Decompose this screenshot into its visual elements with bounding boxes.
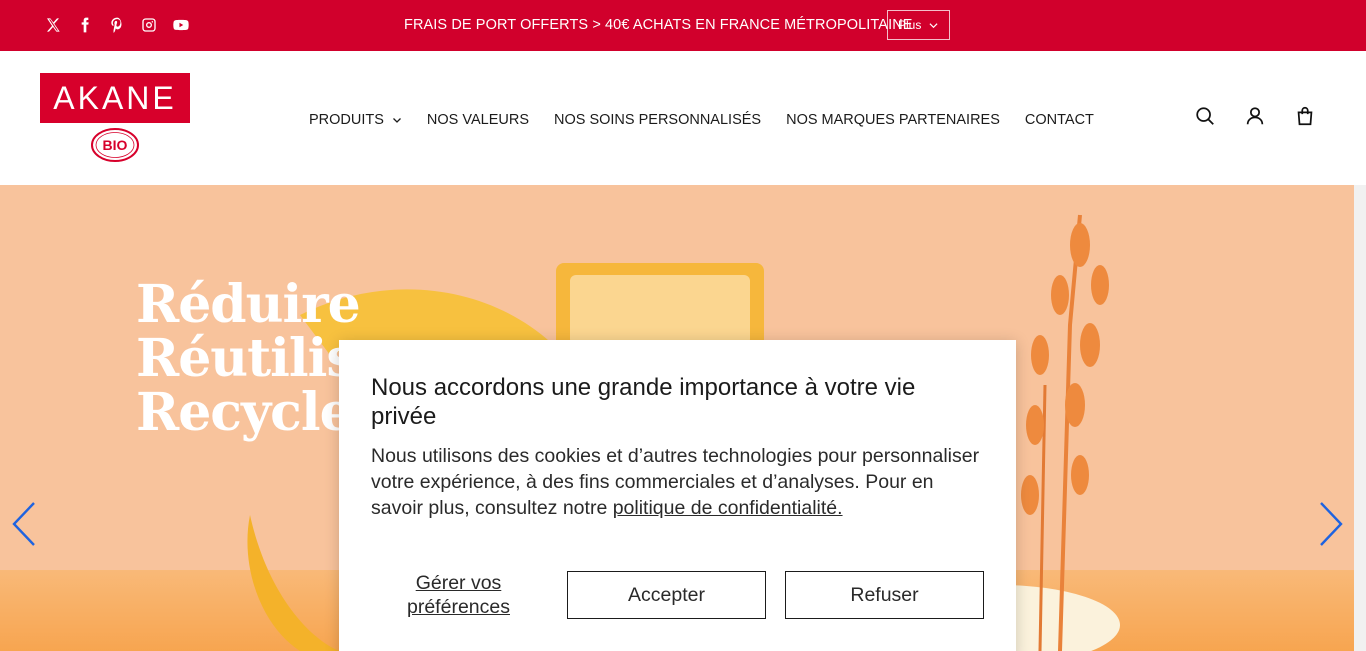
chevron-down-icon	[392, 118, 401, 123]
nav-item-contact[interactable]: CONTACT	[1025, 112, 1094, 128]
scrollbar[interactable]	[1354, 185, 1366, 651]
site-header: AKANE BIO PRODUITS NOS VALEURS NOS SOINS…	[0, 51, 1366, 185]
main-nav: PRODUITS NOS VALEURS NOS SOINS PERSONNAL…	[309, 112, 1094, 128]
nav-item-label: NOS VALEURS	[426, 112, 529, 128]
social-links	[44, 16, 190, 34]
search-icon[interactable]	[1194, 105, 1216, 127]
announcement-bar: FRAIS DE PORT OFFERTS > 40€ ACHATS EN FR…	[0, 0, 1366, 51]
nav-item-produits[interactable]: PRODUITS	[309, 112, 402, 128]
instagram-icon[interactable]	[140, 16, 158, 34]
announcement-text: FRAIS DE PORT OFFERTS > 40€ ACHATS EN FR…	[404, 17, 913, 33]
more-button-label: Plus	[898, 18, 922, 32]
logo-wordmark: AKANE	[40, 73, 190, 123]
nav-item-soins-personnalises[interactable]: NOS SOINS PERSONNALISÉS	[554, 112, 761, 128]
nav-item-label: NOS SOINS PERSONNALISÉS	[554, 112, 762, 128]
nav-item-label: NOS MARQUES PARTENAIRES	[786, 112, 1000, 128]
nav-item-label: CONTACT	[1024, 112, 1094, 128]
nav-item-label: PRODUITS	[309, 112, 384, 128]
pinterest-icon[interactable]	[108, 16, 126, 34]
chevron-down-icon	[929, 22, 938, 28]
cookie-title: Nous accordons une grande importance à v…	[371, 374, 916, 430]
logo-seal-text: BIO	[103, 137, 128, 153]
nav-item-marques-partenaires[interactable]: NOS MARQUES PARTENAIRES	[786, 112, 1000, 128]
bio-seal-icon: BIO	[91, 128, 139, 162]
logo[interactable]: AKANE BIO	[40, 73, 190, 165]
accept-button[interactable]: Accepter	[567, 571, 766, 619]
facebook-icon[interactable]	[76, 16, 94, 34]
cookie-consent-dialog: Nous accordons une grande importance à v…	[339, 340, 1016, 651]
chevron-right-icon	[1320, 502, 1343, 546]
cookie-actions: Gérer vos préférences Accepter Refuser	[371, 571, 984, 619]
slider-next-button[interactable]	[1315, 501, 1345, 547]
x-twitter-icon[interactable]	[44, 16, 62, 34]
more-button[interactable]: Plus	[887, 10, 950, 40]
cookie-body: Nous utilisons des cookies et d’autres t…	[371, 443, 984, 521]
nav-item-nos-valeurs[interactable]: NOS VALEURS	[427, 112, 529, 128]
header-actions	[1194, 105, 1316, 127]
hero-line: Réduire	[136, 274, 361, 335]
slider-prev-button[interactable]	[10, 501, 40, 547]
cart-icon[interactable]	[1294, 105, 1316, 127]
chevron-left-icon	[12, 502, 35, 546]
manage-preferences-link[interactable]: Gérer vos préférences	[371, 571, 546, 619]
account-icon[interactable]	[1244, 105, 1266, 127]
youtube-icon[interactable]	[172, 16, 190, 34]
privacy-policy-link[interactable]: politique de confidentialité.	[613, 497, 843, 519]
refuse-button[interactable]: Refuser	[785, 571, 984, 619]
